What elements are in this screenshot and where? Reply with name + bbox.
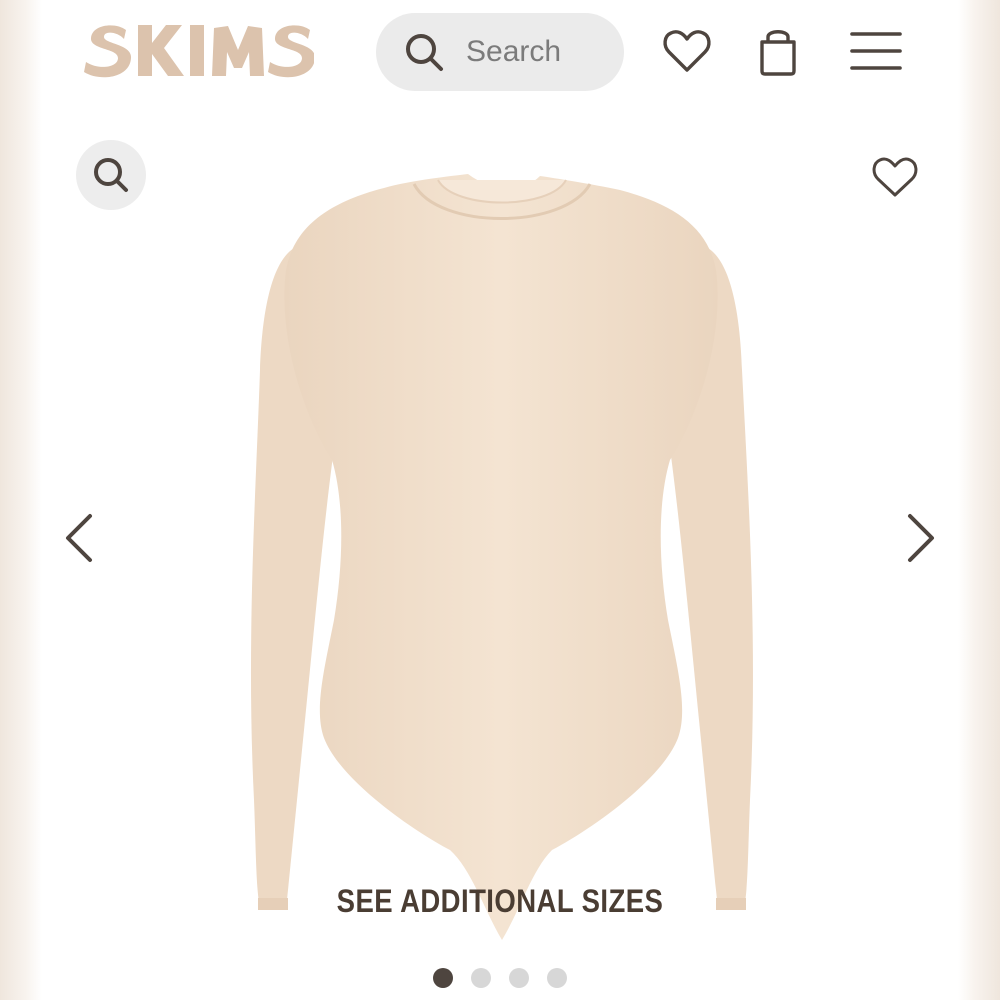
see-additional-sizes-button[interactable]: SEE ADDITIONAL SIZES — [106, 883, 894, 920]
product-gallery: SEE ADDITIONAL SIZES — [42, 110, 958, 1000]
favorite-heart-icon[interactable] — [870, 154, 920, 200]
zoom-button[interactable] — [76, 140, 146, 210]
search-input[interactable]: Search — [466, 35, 561, 69]
left-edge-backdrop — [0, 0, 42, 1000]
search-icon — [406, 34, 443, 71]
carousel-dot-3[interactable] — [509, 968, 529, 988]
heart-icon[interactable] — [661, 25, 713, 77]
chevron-left-icon[interactable] — [60, 510, 100, 566]
chevron-right-icon[interactable] — [900, 510, 940, 566]
search-bar[interactable]: Search — [376, 13, 624, 91]
carousel-dot-2[interactable] — [471, 968, 491, 988]
skims-logo[interactable] — [82, 18, 314, 80]
site-header: Search — [42, 0, 958, 110]
magnifier-icon — [94, 158, 128, 192]
product-image-bodysuit[interactable] — [202, 170, 802, 970]
hamburger-menu-icon[interactable] — [848, 25, 904, 77]
carousel-dot-1[interactable] — [433, 968, 453, 988]
carousel-dots — [42, 968, 958, 988]
carousel-dot-4[interactable] — [547, 968, 567, 988]
shopping-bag-icon[interactable] — [752, 25, 804, 77]
right-edge-backdrop — [958, 0, 1000, 1000]
